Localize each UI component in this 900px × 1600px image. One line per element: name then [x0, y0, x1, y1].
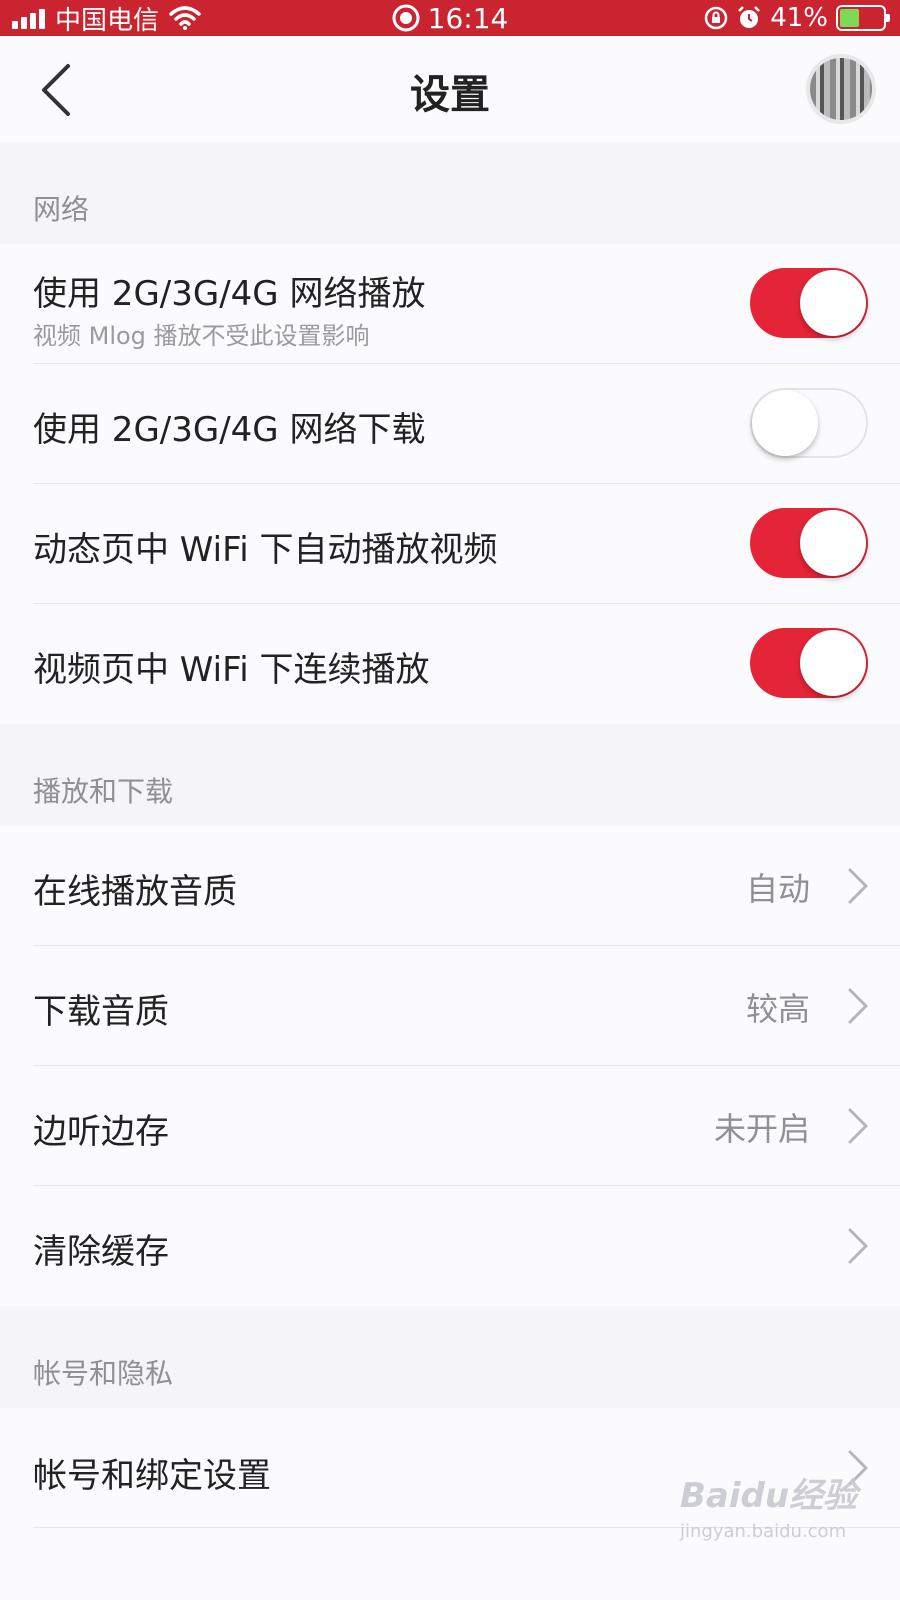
setting-label: 使用 2G/3G/4G 网络播放 [33, 274, 426, 314]
setting-label: 帐号和绑定设置 [33, 1456, 271, 1496]
setting-value: 自动 [745, 870, 810, 908]
alarm-icon [738, 6, 761, 28]
setting-sublabel: 视频 Mlog 播放不受此设置影响 [33, 322, 370, 350]
setting-label: 在线播放音质 [33, 872, 237, 912]
mobile-play-toggle[interactable] [750, 268, 868, 338]
setting-row-cache-while-listening[interactable]: 边听边存 未开启 [0, 1066, 900, 1186]
section-title: 帐号和隐私 [33, 1357, 174, 1390]
chevron-right-icon [848, 988, 868, 1024]
chevron-right-icon [848, 1228, 868, 1264]
setting-label: 使用 2G/3G/4G 网络下载 [33, 410, 426, 450]
battery-icon [836, 5, 890, 31]
chevron-right-icon [848, 1108, 868, 1144]
section-title: 播放和下载 [33, 775, 174, 808]
setting-row-feed-autoplay[interactable]: 动态页中 WiFi 下自动播放视频 [0, 484, 900, 604]
section-header-network: 网络 [0, 142, 900, 244]
baidu-watermark: Baidu经验 jingyan.baidu.com [680, 1476, 858, 1542]
feed-autoplay-toggle[interactable] [750, 508, 868, 578]
video-continuous-toggle[interactable] [750, 628, 868, 698]
setting-label: 动态页中 WiFi 下自动播放视频 [33, 530, 498, 570]
avatar[interactable] [806, 54, 876, 124]
recording-icon [392, 4, 420, 32]
section-header-account: 帐号和隐私 [0, 1306, 900, 1408]
setting-row-video-continuous[interactable]: 视频页中 WiFi 下连续播放 [0, 604, 900, 724]
rotation-lock-icon [704, 6, 728, 30]
setting-label: 视频页中 WiFi 下连续播放 [33, 650, 430, 690]
setting-row-stream-quality[interactable]: 在线播放音质 自动 [0, 826, 900, 946]
nav-bar: 设置 [0, 36, 900, 142]
status-bar: 中国电信 16:14 41% [0, 0, 900, 36]
clock-time: 16:14 [427, 1, 509, 35]
page-title: 设置 [410, 72, 490, 118]
section-title: 网络 [33, 193, 90, 226]
setting-row-clear-cache[interactable]: 清除缓存 [0, 1186, 900, 1306]
section-header-playback: 播放和下载 [0, 724, 900, 826]
mobile-download-toggle[interactable] [750, 388, 868, 458]
battery-percent: 41% [770, 3, 828, 33]
setting-label: 下载音质 [33, 992, 169, 1032]
setting-label: 清除缓存 [33, 1232, 169, 1272]
setting-row-mobile-download[interactable]: 使用 2G/3G/4G 网络下载 [0, 364, 900, 484]
setting-label: 边听边存 [33, 1112, 169, 1152]
setting-row-download-quality[interactable]: 下载音质 较高 [0, 946, 900, 1066]
chevron-right-icon [848, 868, 868, 904]
setting-value: 未开启 [713, 1110, 810, 1148]
setting-value: 较高 [745, 990, 810, 1028]
setting-row-mobile-play[interactable]: 使用 2G/3G/4G 网络播放 视频 Mlog 播放不受此设置影响 [0, 244, 900, 364]
